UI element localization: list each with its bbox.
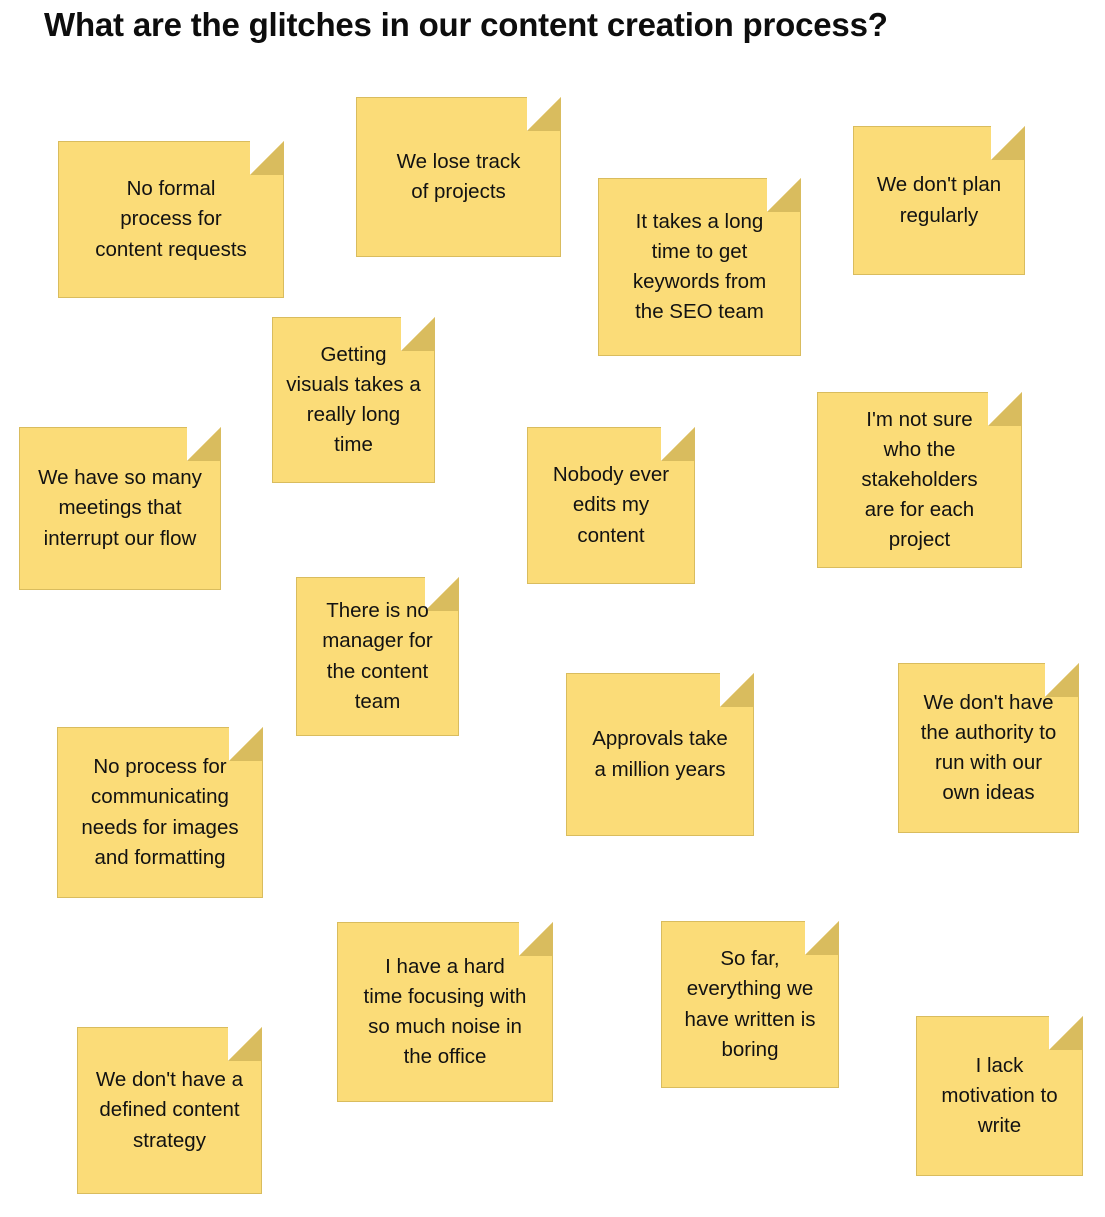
sticky-note[interactable]: I lack motivation to write [916,1016,1083,1176]
note-corner-cut-icon [228,1027,262,1061]
note-folded-corner-icon [527,97,561,131]
sticky-note-text: There is no manager for the content team [322,599,433,713]
sticky-note-text: Approvals take a million years [592,727,728,781]
note-folded-corner-icon [187,427,221,461]
sticky-note-text: I have a hard time focusing with so much… [363,954,527,1069]
sticky-note-text: No process for communicating needs for i… [81,755,239,869]
note-folded-corner-icon [991,126,1025,160]
sticky-note[interactable]: We don't have a defined content strategy [77,1027,262,1194]
note-corner-cut-icon [1049,1016,1083,1050]
sticky-note-text: Getting visuals takes a really long time [286,342,421,457]
sticky-note-text: We don't plan regularly [876,173,1002,227]
sticky-note-text: We don't have the authority to run with … [920,690,1057,805]
sticky-note[interactable]: It takes a long time to get keywords fro… [598,178,801,356]
sticky-note[interactable]: Nobody ever edits my content [527,427,695,584]
sticky-note-text: No formal process for content requests [95,177,247,261]
note-corner-cut-icon [661,427,695,461]
note-corner-cut-icon [991,126,1025,160]
sticky-note-text: I'm not sure who the stakeholders are fo… [861,407,978,552]
sticky-note[interactable]: Approvals take a million years [566,673,754,836]
sticky-note[interactable]: We lose track of projects [356,97,561,257]
sticky-note-text: It takes a long time to get keywords fro… [632,209,767,324]
sticky-note-text: We lose track of projects [396,149,521,203]
sticky-note[interactable]: So far, everything we have written is bo… [661,921,839,1088]
sticky-note-text: So far, everything we have written is bo… [684,947,816,1061]
sticky-note-text: I lack motivation to write [941,1053,1058,1138]
note-folded-corner-icon [228,1027,262,1061]
note-corner-cut-icon [250,141,284,175]
sticky-note-text: We don't have a defined content strategy [95,1068,244,1152]
note-corner-cut-icon [527,97,561,131]
sticky-note[interactable]: We have so many meetings that interrupt … [19,427,221,590]
sticky-note[interactable]: I'm not sure who the stakeholders are fo… [817,392,1022,568]
sticky-note[interactable]: I have a hard time focusing with so much… [337,922,553,1102]
note-folded-corner-icon [988,392,1022,426]
sticky-note[interactable]: There is no manager for the content team [296,577,459,736]
note-corner-cut-icon [988,392,1022,426]
note-folded-corner-icon [661,427,695,461]
note-corner-cut-icon [187,427,221,461]
sticky-note-text: We have so many meetings that interrupt … [38,466,202,550]
note-folded-corner-icon [250,141,284,175]
sticky-note-board: No formal process for content requests We… [0,0,1105,1217]
sticky-note[interactable]: Getting visuals takes a really long time [272,317,435,483]
note-folded-corner-icon [1049,1016,1083,1050]
sticky-note-text: Nobody ever edits my content [552,463,670,547]
note-folded-corner-icon [720,673,754,707]
sticky-note[interactable]: No formal process for content requests [58,141,284,298]
sticky-note[interactable]: We don't plan regularly [853,126,1025,275]
note-corner-cut-icon [720,673,754,707]
sticky-note[interactable]: No process for communicating needs for i… [57,727,263,898]
sticky-note[interactable]: We don't have the authority to run with … [898,663,1079,833]
